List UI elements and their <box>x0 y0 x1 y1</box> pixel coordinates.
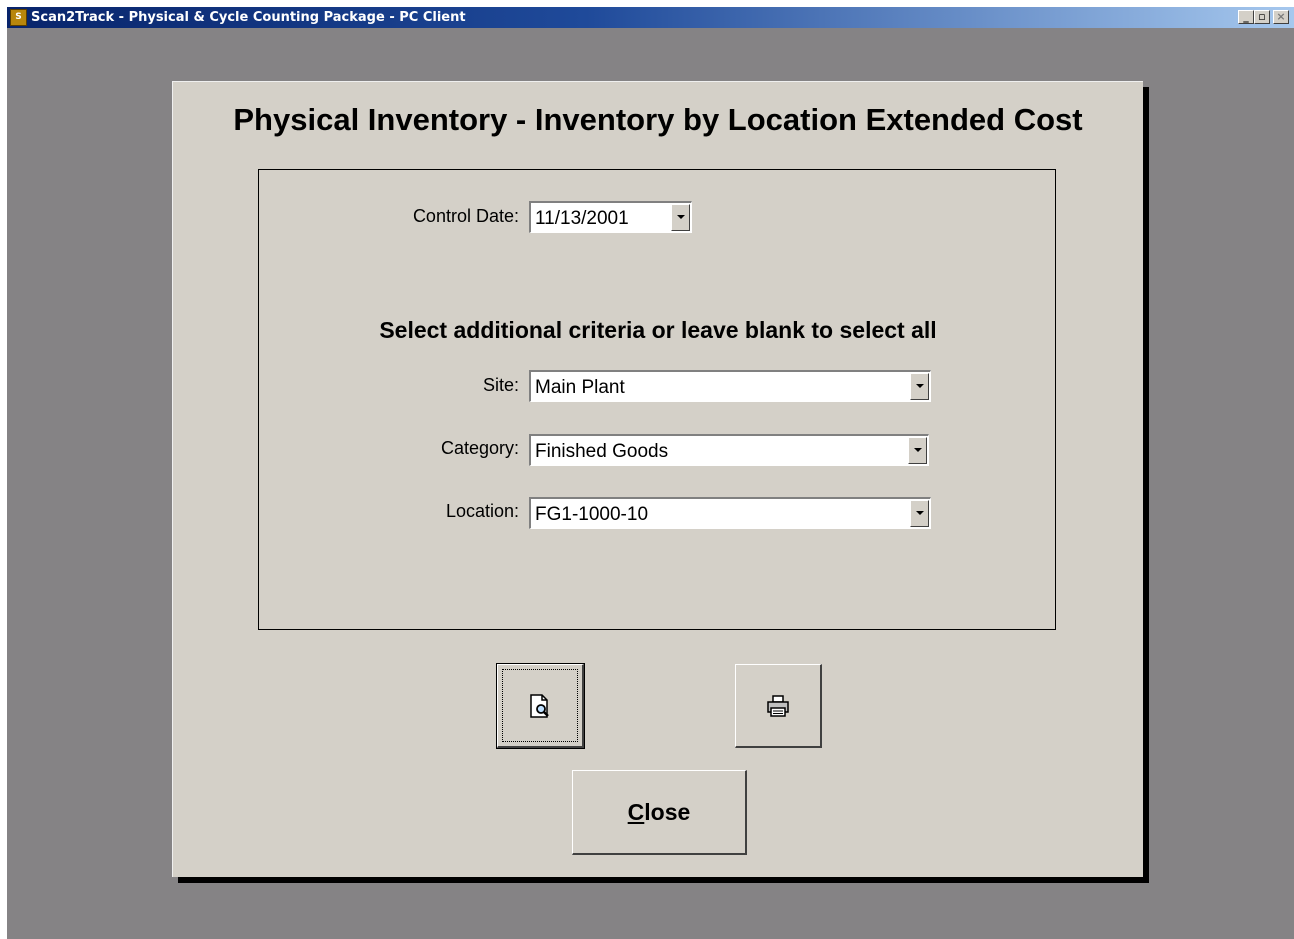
report-form: Physical Inventory - Inventory by Locati… <box>172 81 1143 877</box>
criteria-panel: Control Date: 11/13/2001 Select addition… <box>258 169 1056 630</box>
location-label: Location: <box>445 501 519 521</box>
close-button-label: Close <box>573 799 745 826</box>
criteria-heading: Select additional criteria or leave blan… <box>379 317 937 343</box>
title-bar[interactable]: S Scan2Track - Physical & Cycle Counting… <box>7 7 1294 28</box>
category-dropdown-arrow[interactable] <box>908 437 927 464</box>
close-accelerator: C <box>627 799 645 825</box>
close-label-rest: lose <box>644 799 691 825</box>
print-button[interactable] <box>735 664 822 748</box>
print-preview-icon <box>530 694 549 718</box>
category-label: Category: <box>440 438 519 458</box>
site-dropdown-arrow[interactable] <box>910 373 929 400</box>
close-window-button[interactable]: × <box>1273 10 1289 24</box>
category-value: Finished Goods <box>535 441 669 462</box>
location-value: FG1-1000-10 <box>535 504 649 525</box>
control-date-value: 11/13/2001 <box>535 208 629 229</box>
site-combo[interactable]: Main Plant <box>529 370 931 402</box>
restore-button[interactable]: ▫ <box>1254 10 1270 24</box>
site-value: Main Plant <box>535 377 625 398</box>
app-window: S Scan2Track - Physical & Cycle Counting… <box>7 7 1294 939</box>
site-label: Site: <box>482 375 519 395</box>
app-logo-icon: S <box>10 9 27 26</box>
location-combo[interactable]: FG1-1000-10 <box>529 497 931 529</box>
location-dropdown-arrow[interactable] <box>910 500 929 527</box>
control-date-label: Control Date: <box>412 206 519 226</box>
minimize-button[interactable]: _ <box>1238 10 1254 24</box>
control-date-dropdown-arrow[interactable] <box>671 204 690 231</box>
close-button[interactable]: Close <box>572 770 747 855</box>
form-title: Physical Inventory - Inventory by Locati… <box>233 102 1083 137</box>
print-preview-button[interactable] <box>496 663 585 749</box>
control-date-combo[interactable]: 11/13/2001 <box>529 201 692 233</box>
window-title: Scan2Track - Physical & Cycle Counting P… <box>31 10 466 25</box>
printer-icon <box>767 695 789 717</box>
category-combo[interactable]: Finished Goods <box>529 434 929 466</box>
